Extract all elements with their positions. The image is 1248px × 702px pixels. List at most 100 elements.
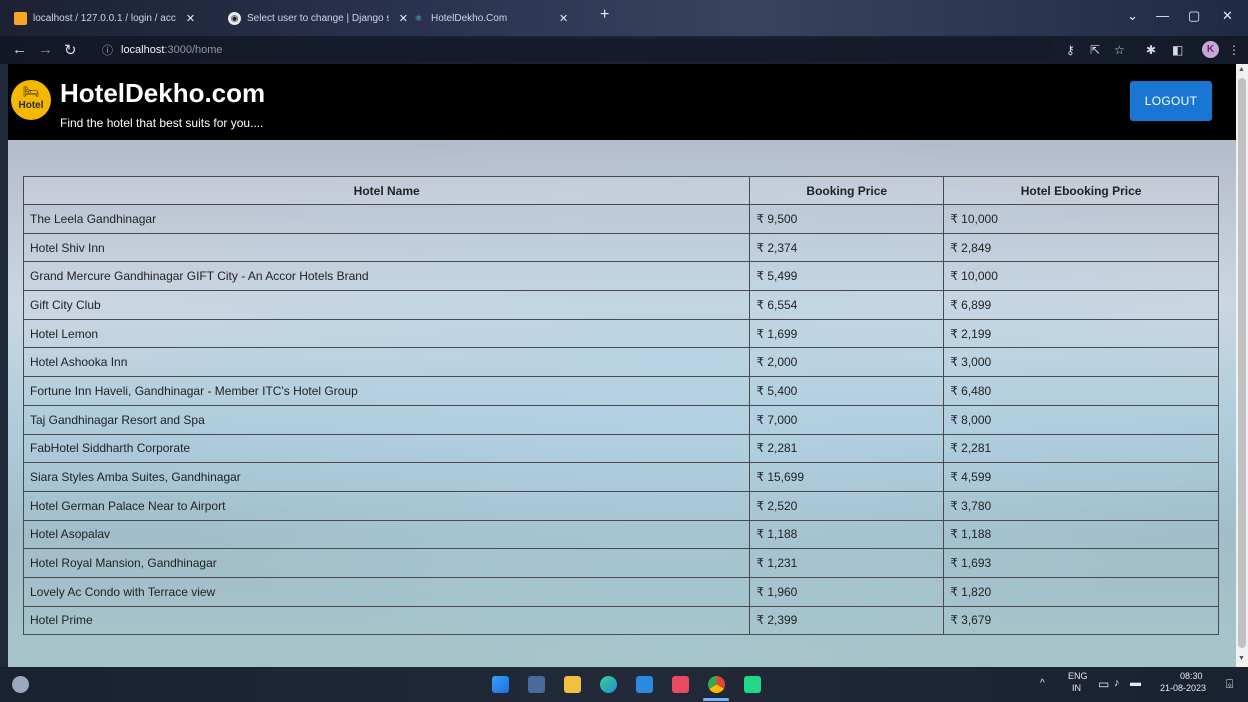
- weather-icon[interactable]: [12, 676, 29, 693]
- site-tagline: Find the hotel that best suits for you..…: [60, 116, 264, 130]
- hotel-name-cell: Hotel Prime: [22, 605, 751, 636]
- hotel-name-cell: Gift City Club: [22, 290, 751, 320]
- notification-icon[interactable]: ⌺: [1226, 677, 1233, 692]
- booking-price-cell: ₹ 1,188: [749, 519, 945, 550]
- booking-price-cell: ₹ 2,281: [749, 433, 945, 464]
- ebooking-price-cell: ₹ 3,679: [943, 605, 1219, 636]
- vscode-icon[interactable]: [636, 676, 653, 693]
- browser-tab[interactable]: ◉ Select user to change | Django si ✕: [228, 6, 408, 30]
- ebooking-price-cell: ₹ 2,849: [943, 232, 1219, 263]
- ebooking-price-cell: ₹ 6,899: [943, 290, 1219, 320]
- ebooking-price-cell: ₹ 10,000: [943, 204, 1219, 234]
- booking-price-cell: ₹ 15,699: [749, 462, 945, 492]
- battery-icon[interactable]: ▬: [1130, 677, 1141, 689]
- site-info-icon[interactable]: ⓘ: [102, 42, 113, 58]
- hotel-name-cell: Hotel Shiv Inn: [22, 232, 751, 263]
- chrome-icon[interactable]: [708, 676, 725, 693]
- edge-icon[interactable]: [600, 676, 617, 693]
- table-row: Hotel Prime ₹ 2,399 ₹ 3,679: [22, 605, 1219, 636]
- side-panel-icon[interactable]: ◧: [1172, 43, 1183, 57]
- network-icon[interactable]: ▭: [1098, 677, 1109, 691]
- tab-title: Select user to change | Django si: [247, 12, 389, 24]
- table-row: Hotel Royal Mansion, Gandhinagar ₹ 1,231 ₹…: [22, 548, 1219, 578]
- ebooking-price-cell: ₹ 1,820: [943, 576, 1219, 607]
- table-row: Hotel Lemon ₹ 1,699 ₹ 2,199: [22, 318, 1219, 349]
- close-window-icon[interactable]: ✕: [1222, 8, 1233, 24]
- table-row: The Leela Gandhinagar ₹ 9,500 ₹ 10,000: [22, 204, 1219, 234]
- extensions-icon[interactable]: ✱: [1146, 43, 1156, 57]
- profile-avatar[interactable]: K: [1202, 41, 1219, 58]
- booking-price-cell: ₹ 7,000: [749, 404, 945, 435]
- hotel-name-cell: FabHotel Siddharth Corporate: [22, 433, 751, 464]
- table-body: The Leela Gandhinagar ₹ 9,500 ₹ 10,000 Hote…: [22, 204, 1219, 636]
- booking-price-cell: ₹ 2,520: [749, 490, 945, 521]
- share-icon[interactable]: ⇱: [1090, 43, 1100, 57]
- browser-tab-active[interactable]: ⚛ HotelDekho.Com ✕: [412, 6, 592, 30]
- ebooking-price-cell: ₹ 8,000: [943, 404, 1219, 435]
- ebooking-price-cell: ₹ 3,780: [943, 490, 1219, 521]
- minimize-icon[interactable]: —: [1156, 8, 1169, 23]
- column-header-ebooking-price: Hotel Ebooking Price: [943, 176, 1219, 205]
- hotel-name-cell: Hotel Asopalav: [22, 519, 751, 550]
- volume-icon[interactable]: ♪: [1114, 677, 1120, 689]
- table-row: FabHotel Siddharth Corporate ₹ 2,281 ₹ 2,2…: [22, 433, 1219, 464]
- url-host: localhost: [121, 44, 165, 56]
- site-logo: 🛏 Hotel: [11, 80, 51, 120]
- booking-price-cell: ₹ 6,554: [749, 290, 945, 320]
- maximize-icon[interactable]: ▢: [1188, 8, 1200, 24]
- hotel-table: Hotel Name Booking Price Hotel Ebooking …: [22, 176, 1219, 636]
- hotel-name-cell: The Leela Gandhinagar: [22, 204, 751, 234]
- tab-title: localhost / 127.0.0.1 / login / acc: [33, 12, 176, 24]
- clock-date[interactable]: 21-08-2023: [1160, 683, 1206, 693]
- booking-price-cell: ₹ 2,374: [749, 232, 945, 263]
- page-scrollbar[interactable]: ▲ ▼: [1236, 64, 1248, 667]
- hotel-name-cell: Taj Gandhinagar Resort and Spa: [22, 404, 751, 435]
- table-row: Fortune Inn Haveli, Gandhinagar - Member…: [22, 376, 1219, 406]
- logo-text: Hotel: [18, 100, 44, 111]
- booking-price-cell: ₹ 2,000: [749, 347, 945, 378]
- table-row: Hotel Ashooka Inn ₹ 2,000 ₹ 3,000: [22, 347, 1219, 378]
- close-tab-icon[interactable]: ✕: [186, 12, 195, 25]
- address-bar[interactable]: ⓘ localhost:3000/home: [90, 39, 1055, 61]
- scrollbar-thumb[interactable]: [1238, 78, 1246, 648]
- ebooking-price-cell: ₹ 3,000: [943, 347, 1219, 378]
- bookmark-star-icon[interactable]: ☆: [1114, 43, 1125, 57]
- booking-price-cell: ₹ 1,960: [749, 576, 945, 607]
- table-row: Grand Mercure Gandhinagar GIFT City - An…: [22, 261, 1219, 292]
- hotel-name-cell: Hotel Royal Mansion, Gandhinagar: [22, 548, 751, 578]
- logout-button[interactable]: LOGOUT: [1130, 81, 1212, 121]
- clock-time[interactable]: 08:30: [1180, 671, 1203, 681]
- windows-taskbar: ^ ENG IN ▭ ♪ ▬ 08:30 21-08-2023 ⌺: [0, 667, 1248, 702]
- booking-price-cell: ₹ 9,500: [749, 204, 945, 234]
- tray-overflow-icon[interactable]: ^: [1040, 678, 1045, 689]
- key-icon[interactable]: ⚷: [1066, 43, 1075, 57]
- menu-dots-icon[interactable]: ⋮: [1228, 43, 1240, 57]
- file-explorer-icon[interactable]: [564, 676, 581, 693]
- reload-icon[interactable]: ↻: [64, 41, 77, 59]
- tab-search-icon[interactable]: ⌄: [1127, 8, 1138, 24]
- browser-tab-strip: localhost / 127.0.0.1 / login / acc ✕ ◉ …: [0, 0, 1248, 36]
- back-icon[interactable]: ←: [12, 41, 27, 58]
- language-indicator[interactable]: ENG: [1068, 671, 1088, 681]
- office-icon[interactable]: [672, 676, 689, 693]
- browser-tab[interactable]: localhost / 127.0.0.1 / login / acc ✕: [14, 6, 222, 30]
- close-tab-icon[interactable]: ✕: [559, 12, 568, 25]
- hotel-name-cell: Grand Mercure Gandhinagar GIFT City - An…: [22, 261, 751, 292]
- table-row: Siara Styles Amba Suites, Gandhinagar ₹ 1…: [22, 462, 1219, 492]
- table-header-row: Hotel Name Booking Price Hotel Ebooking …: [22, 176, 1219, 205]
- booking-price-cell: ₹ 1,231: [749, 548, 945, 578]
- store-icon[interactable]: [528, 676, 545, 693]
- browser-toolbar: ← → ↻ ⓘ localhost:3000/home ⚷ ⇱ ☆ ✱ ◧ ⋮: [0, 36, 1248, 64]
- table-row: Hotel Asopalav ₹ 1,188 ₹ 1,188: [22, 519, 1219, 550]
- scroll-up-icon[interactable]: ▲: [1238, 66, 1245, 73]
- start-icon[interactable]: [492, 676, 509, 693]
- hotel-name-cell: Hotel Lemon: [22, 318, 751, 349]
- pycharm-icon[interactable]: [744, 676, 761, 693]
- hotel-name-cell: Siara Styles Amba Suites, Gandhinagar: [22, 462, 751, 492]
- forward-icon[interactable]: →: [38, 41, 53, 58]
- bed-icon: 🛏: [22, 84, 40, 99]
- close-tab-icon[interactable]: ✕: [399, 12, 408, 25]
- new-tab-icon[interactable]: +: [600, 6, 609, 24]
- scroll-down-icon[interactable]: ▼: [1238, 655, 1245, 662]
- column-header-booking-price: Booking Price: [749, 176, 945, 205]
